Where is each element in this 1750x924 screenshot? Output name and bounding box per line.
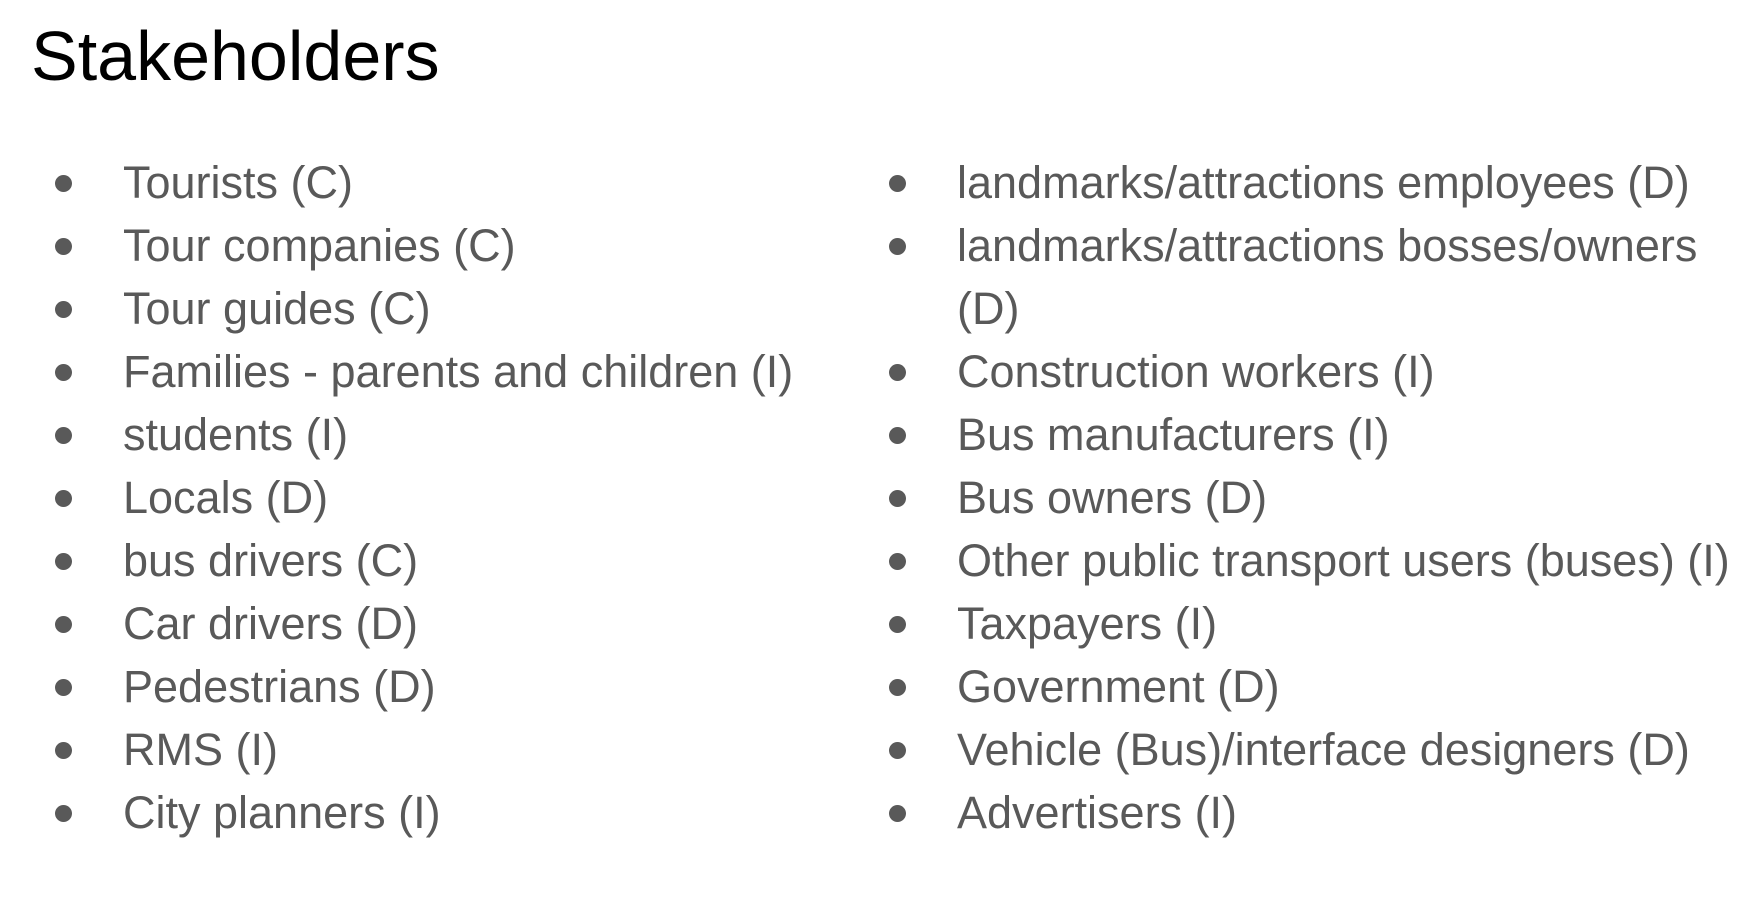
list-item: Government (D) xyxy=(882,655,1722,718)
bullet-icon xyxy=(889,742,906,759)
list-item-label: Families - parents and children (I) xyxy=(123,346,794,397)
bullet-icon xyxy=(55,364,72,381)
bullet-icon xyxy=(55,238,72,255)
list-item: Bus owners (D) xyxy=(882,466,1722,529)
bullet-icon xyxy=(55,175,72,192)
bullet-icon xyxy=(55,742,72,759)
list-item-label: Car drivers (D) xyxy=(123,598,419,649)
list-item-label: Locals (D) xyxy=(123,472,329,523)
bullet-icon xyxy=(55,679,72,696)
list-item-label: students (I) xyxy=(123,409,349,460)
list-item: Bus manufacturers (I) xyxy=(882,403,1722,466)
stakeholder-list-right: landmarks/attractions employees (D) land… xyxy=(882,151,1730,844)
list-item-label: Bus manufacturers (I) xyxy=(957,409,1390,460)
list-item: RMS (I) xyxy=(48,718,848,781)
bullet-icon xyxy=(55,616,72,633)
list-item: bus drivers (C) xyxy=(48,529,848,592)
list-item: Locals (D) xyxy=(48,466,848,529)
list-item: Pedestrians (D) xyxy=(48,655,848,718)
bullet-icon xyxy=(889,616,906,633)
list-item: landmarks/attractions employees (D) xyxy=(882,151,1722,214)
list-item: Taxpayers (I) xyxy=(882,592,1722,655)
list-item: Car drivers (D) xyxy=(48,592,848,655)
list-item-label: landmarks/attractions employees (D) xyxy=(957,157,1690,208)
bullet-icon xyxy=(889,490,906,507)
bullet-icon xyxy=(55,553,72,570)
list-item-label: City planners (I) xyxy=(123,787,441,838)
list-item: City planners (I) xyxy=(48,781,848,844)
bullet-icon xyxy=(889,175,906,192)
slide-title: Stakeholders xyxy=(31,17,440,95)
list-item-label: Government (D) xyxy=(957,661,1280,712)
list-item: Tourists (C) xyxy=(48,151,848,214)
stakeholder-list-left: Tourists (C) Tour companies (C) Tour gui… xyxy=(48,151,848,844)
slide: Stakeholders Tourists (C) Tour companies… xyxy=(0,0,1750,924)
bullet-icon xyxy=(55,805,72,822)
list-item: Other public transport users (buses) (I) xyxy=(882,529,1730,592)
bullet-icon xyxy=(889,364,906,381)
list-item: students (I) xyxy=(48,403,848,466)
bullet-icon xyxy=(889,679,906,696)
list-item: Families - parents and children (I) xyxy=(48,340,848,403)
list-item-label: Bus owners (D) xyxy=(957,472,1268,523)
bullet-icon xyxy=(55,301,72,318)
list-item: Advertisers (I) xyxy=(882,781,1722,844)
list-item: Tour companies (C) xyxy=(48,214,848,277)
list-item: Construction workers (I) xyxy=(882,340,1722,403)
list-item-label: Taxpayers (I) xyxy=(957,598,1218,649)
list-item-label: Pedestrians (D) xyxy=(123,661,436,712)
bullet-icon xyxy=(889,427,906,444)
list-item-label: landmarks/attractions bosses/owners (D) xyxy=(957,220,1698,334)
list-item-label: Other public transport users (buses) (I) xyxy=(957,535,1730,586)
list-item-label: Tourists (C) xyxy=(123,157,354,208)
bullet-icon xyxy=(889,553,906,570)
list-item-label: Construction workers (I) xyxy=(957,346,1435,397)
bullet-icon xyxy=(55,427,72,444)
bullet-icon xyxy=(55,490,72,507)
list-item: Vehicle (Bus)/interface designers (D) xyxy=(882,718,1722,781)
bullet-icon xyxy=(889,805,906,822)
list-item-label: RMS (I) xyxy=(123,724,278,775)
list-item: Tour guides (C) xyxy=(48,277,848,340)
list-item: landmarks/attractions bosses/owners (D) xyxy=(882,214,1722,340)
list-item-label: Tour guides (C) xyxy=(123,283,431,334)
bullet-icon xyxy=(889,238,906,255)
list-item-label: Advertisers (I) xyxy=(957,787,1238,838)
list-item-label: Vehicle (Bus)/interface designers (D) xyxy=(957,724,1690,775)
list-item-label: Tour companies (C) xyxy=(123,220,516,271)
list-item-label: bus drivers (C) xyxy=(123,535,419,586)
